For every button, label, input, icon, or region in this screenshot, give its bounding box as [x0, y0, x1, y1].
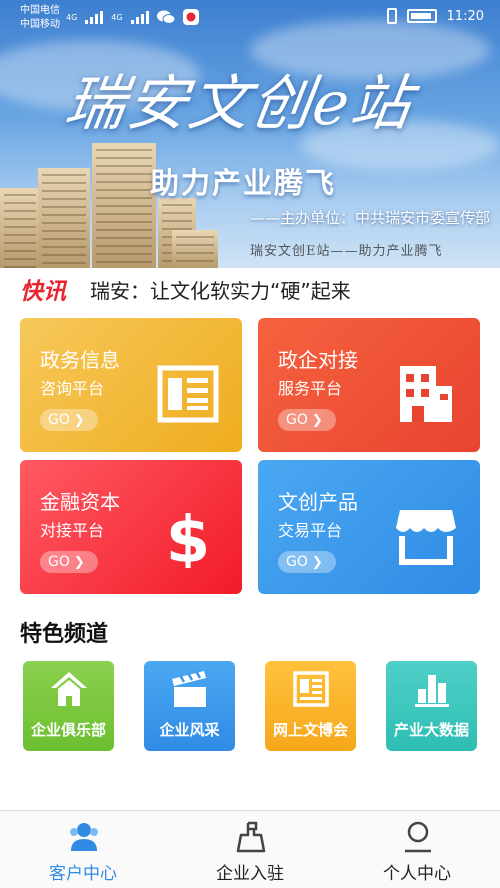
channel-enterprise-style[interactable]: 企业风采: [144, 661, 235, 751]
card-subtitle: 对接平台: [40, 521, 105, 540]
card-cultural-products[interactable]: 文创产品 交易平台 GO ❯: [258, 460, 480, 594]
news-ticker[interactable]: 快讯 瑞安：让文化软实力“硬”起来: [0, 268, 500, 306]
carrier-labels: 中国电信 中国移动: [20, 4, 60, 32]
checkin-icon: [236, 821, 266, 853]
building-illustration: [38, 168, 90, 268]
users-icon: [70, 823, 98, 851]
hero-banner[interactable]: 中国电信 中国移动 4G 4G 11:20 瑞安文创e站 助力产业腾飞 ——主办…: [0, 0, 500, 268]
chevron-right-icon: ❯: [73, 413, 85, 428]
chevron-right-icon: ❯: [311, 555, 323, 570]
card-title: 文创产品: [278, 490, 358, 514]
go-button[interactable]: GO ❯: [278, 551, 336, 573]
nav-label: 个人中心: [383, 864, 451, 884]
card-finance-capital[interactable]: 金融资本 对接平台 GO ❯ $: [20, 460, 242, 594]
network-type-1: 4G: [66, 12, 78, 22]
card-government-info[interactable]: 政务信息 咨询平台 GO ❯: [20, 318, 242, 452]
card-title: 政企对接: [278, 348, 358, 372]
status-right: 11:20: [386, 8, 484, 24]
status-bar: 中国电信 中国移动 4G 4G 11:20: [0, 0, 500, 36]
bottom-nav: 客户中心 企业入驻 个人中心: [0, 810, 500, 888]
building-icon: [400, 366, 452, 422]
banner-host: ——主办单位：中共瑞安市委宣传部: [250, 209, 491, 227]
channel-label: 企业俱乐部: [30, 721, 106, 739]
channel-enterprise-club[interactable]: 企业俱乐部: [23, 661, 114, 751]
bar-chart-icon: [415, 675, 449, 707]
card-title: 政务信息: [40, 348, 120, 372]
carrier-1: 中国电信: [20, 5, 60, 16]
building-illustration: [0, 188, 40, 268]
nav-label: 客户中心: [49, 864, 117, 884]
clapperboard-icon: [172, 670, 206, 707]
banner-title: 瑞安文创e站: [60, 69, 418, 139]
chevron-right-icon: ❯: [311, 413, 323, 428]
card-subtitle: 咨询平台: [40, 379, 105, 398]
banner-slogan: 助力产业腾飞: [150, 166, 337, 200]
go-button[interactable]: GO ❯: [40, 409, 98, 431]
signal-icon: [85, 10, 104, 24]
signal-group: 4G 4G: [66, 9, 199, 25]
news-tag: 快讯: [20, 279, 66, 305]
newspaper-icon: [157, 365, 219, 423]
channel-online-expo[interactable]: 网上文博会: [265, 661, 356, 751]
go-button[interactable]: GO ❯: [278, 409, 336, 431]
nav-customer-center[interactable]: 客户中心: [0, 811, 166, 888]
battery-icon: [406, 9, 437, 23]
card-subtitle: 服务平台: [278, 379, 343, 398]
card-subtitle: 交易平台: [278, 521, 343, 540]
chevron-right-icon: ❯: [73, 555, 85, 570]
nav-label: 企业入驻: [216, 864, 284, 884]
building-illustration: [92, 143, 156, 268]
clock: 11:20: [446, 8, 484, 24]
news-headline[interactable]: 瑞安：让文化软实力“硬”起来: [90, 275, 351, 304]
network-type-2: 4G: [111, 12, 123, 22]
card-enterprise-docking[interactable]: 政企对接 服务平台 GO ❯: [258, 318, 480, 452]
nav-personal-center[interactable]: 个人中心: [334, 811, 500, 888]
person-icon: [405, 821, 431, 853]
dollar-icon: $: [166, 504, 211, 568]
carrier-2: 中国移动: [20, 19, 60, 30]
home-icon: [51, 672, 87, 706]
channel-label: 产业大数据: [393, 721, 469, 739]
featured-section-title: 特色频道: [20, 622, 109, 647]
channel-label: 网上文博会: [272, 721, 348, 739]
channel-label: 企业风采: [159, 721, 220, 739]
banner-watermark: 瑞安文创E站——助力产业腾飞: [250, 244, 443, 259]
storefront-icon: [396, 510, 456, 565]
nav-enterprise-join[interactable]: 企业入驻: [167, 811, 333, 888]
newspaper-icon: [293, 671, 329, 707]
card-title: 金融资本: [40, 490, 120, 514]
signal-icon: [130, 10, 149, 24]
channel-industry-data[interactable]: 产业大数据: [386, 661, 477, 751]
svg-text:$: $: [166, 504, 211, 568]
app-notification-icon: [182, 9, 199, 25]
building-illustration: [172, 230, 218, 268]
vibrate-icon: [386, 8, 397, 24]
wechat-icon: [156, 10, 175, 24]
go-button[interactable]: GO ❯: [40, 551, 98, 573]
